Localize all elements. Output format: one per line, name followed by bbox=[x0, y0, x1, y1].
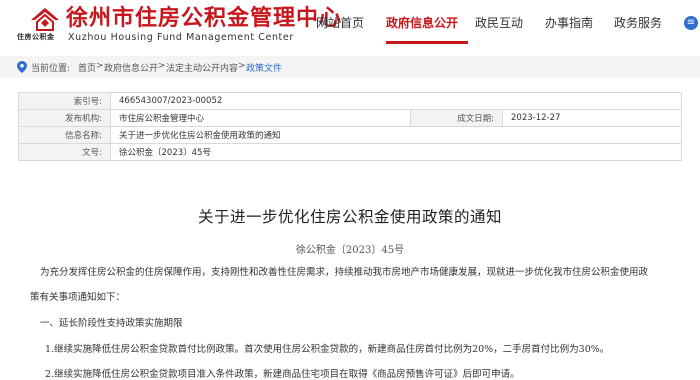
table-row: 发布机构: 市住房公积金管理中心 成文日期: 2023-12-27 bbox=[18, 109, 682, 127]
docno-value: 徐公积金〔2023〕45号 bbox=[110, 143, 682, 161]
date-value: 2023-12-27 bbox=[502, 109, 682, 127]
nav-active-indicator bbox=[386, 41, 468, 44]
nav-guide[interactable]: 办事指南 bbox=[545, 14, 593, 31]
index-value: 466543007/2023-00052 bbox=[110, 92, 682, 110]
site-header: 住房公积金 徐州市住房公积金管理中心 Xuzhou Housing Fund M… bbox=[0, 0, 700, 46]
location-pin-icon bbox=[17, 61, 27, 73]
article-paragraph: 1.继续实施降低住房公积金贷款首付比例政策。首次使用住房公积金贷款的，新建商品住… bbox=[45, 344, 610, 355]
breadcrumb-item-gov-info[interactable]: 政府信息公开 bbox=[104, 61, 158, 74]
publisher-label: 发布机构: bbox=[18, 109, 111, 127]
site-subtitle: Xuzhou Housing Fund Management Center bbox=[68, 32, 294, 43]
article-paragraph: 策有关事项通知如下： bbox=[30, 292, 126, 303]
table-row: 索引号: 466543007/2023-00052 bbox=[18, 92, 682, 110]
breadcrumb-item-mandatory[interactable]: 法定主动公开内容 bbox=[166, 61, 238, 74]
article-title: 关于进一步优化住房公积金使用政策的通知 bbox=[197, 208, 502, 226]
site-title[interactable]: 徐州市住房公积金管理中心 bbox=[66, 6, 342, 32]
breadcrumb-separator: > bbox=[238, 61, 246, 71]
logo-caption: 住房公积金 bbox=[17, 33, 55, 41]
document-meta-table: 索引号: 466543007/2023-00052 发布机构: 市住房公积金管理… bbox=[18, 92, 682, 161]
section-heading: 一、延长阶段性支持政策实施期限 bbox=[40, 318, 183, 329]
nav-home[interactable]: 网站首页 bbox=[316, 14, 364, 31]
breadcrumb-separator: > bbox=[158, 61, 166, 71]
publisher-value: 市住房公积金管理中心 bbox=[110, 109, 411, 127]
breadcrumb-separator: > bbox=[96, 61, 104, 71]
breadcrumb-prefix: 当前位置: bbox=[31, 64, 71, 74]
article-doc-number: 徐公积金〔2023〕45号 bbox=[295, 245, 405, 256]
nav-gov-info[interactable]: 政府信息公开 bbox=[386, 14, 458, 31]
house-logo-icon[interactable] bbox=[30, 7, 60, 31]
nav-interaction[interactable]: 政民互动 bbox=[475, 14, 523, 31]
name-label: 信息名称: bbox=[18, 126, 111, 144]
docno-label: 文号: bbox=[18, 143, 111, 161]
menu-icon[interactable]: ≡ bbox=[684, 16, 698, 30]
breadcrumb: 当前位置: 首页 > 政府信息公开 > 法定主动公开内容 > 政策文件 bbox=[0, 56, 700, 78]
name-value: 关于进一步优化住房公积金使用政策的通知 bbox=[110, 126, 682, 144]
index-label: 索引号: bbox=[18, 92, 111, 110]
date-label: 成文日期: bbox=[410, 109, 503, 127]
breadcrumb-item-policy[interactable]: 政策文件 bbox=[246, 61, 282, 74]
breadcrumb-item-home[interactable]: 首页 bbox=[78, 61, 96, 74]
article-paragraph: 为充分发挥住房公积金的住房保障作用，支持刚性和改善性住房需求，持续推动我市房地产… bbox=[40, 267, 649, 278]
table-row: 信息名称: 关于进一步优化住房公积金使用政策的通知 bbox=[18, 126, 682, 144]
nav-services[interactable]: 政务服务 bbox=[614, 14, 662, 31]
table-row: 文号: 徐公积金〔2023〕45号 bbox=[18, 143, 682, 161]
article-paragraph: 2.继续实施降低住房公积金贷款项目准入条件政策，新建商品住宅项目在取得《商品房预… bbox=[45, 369, 520, 380]
